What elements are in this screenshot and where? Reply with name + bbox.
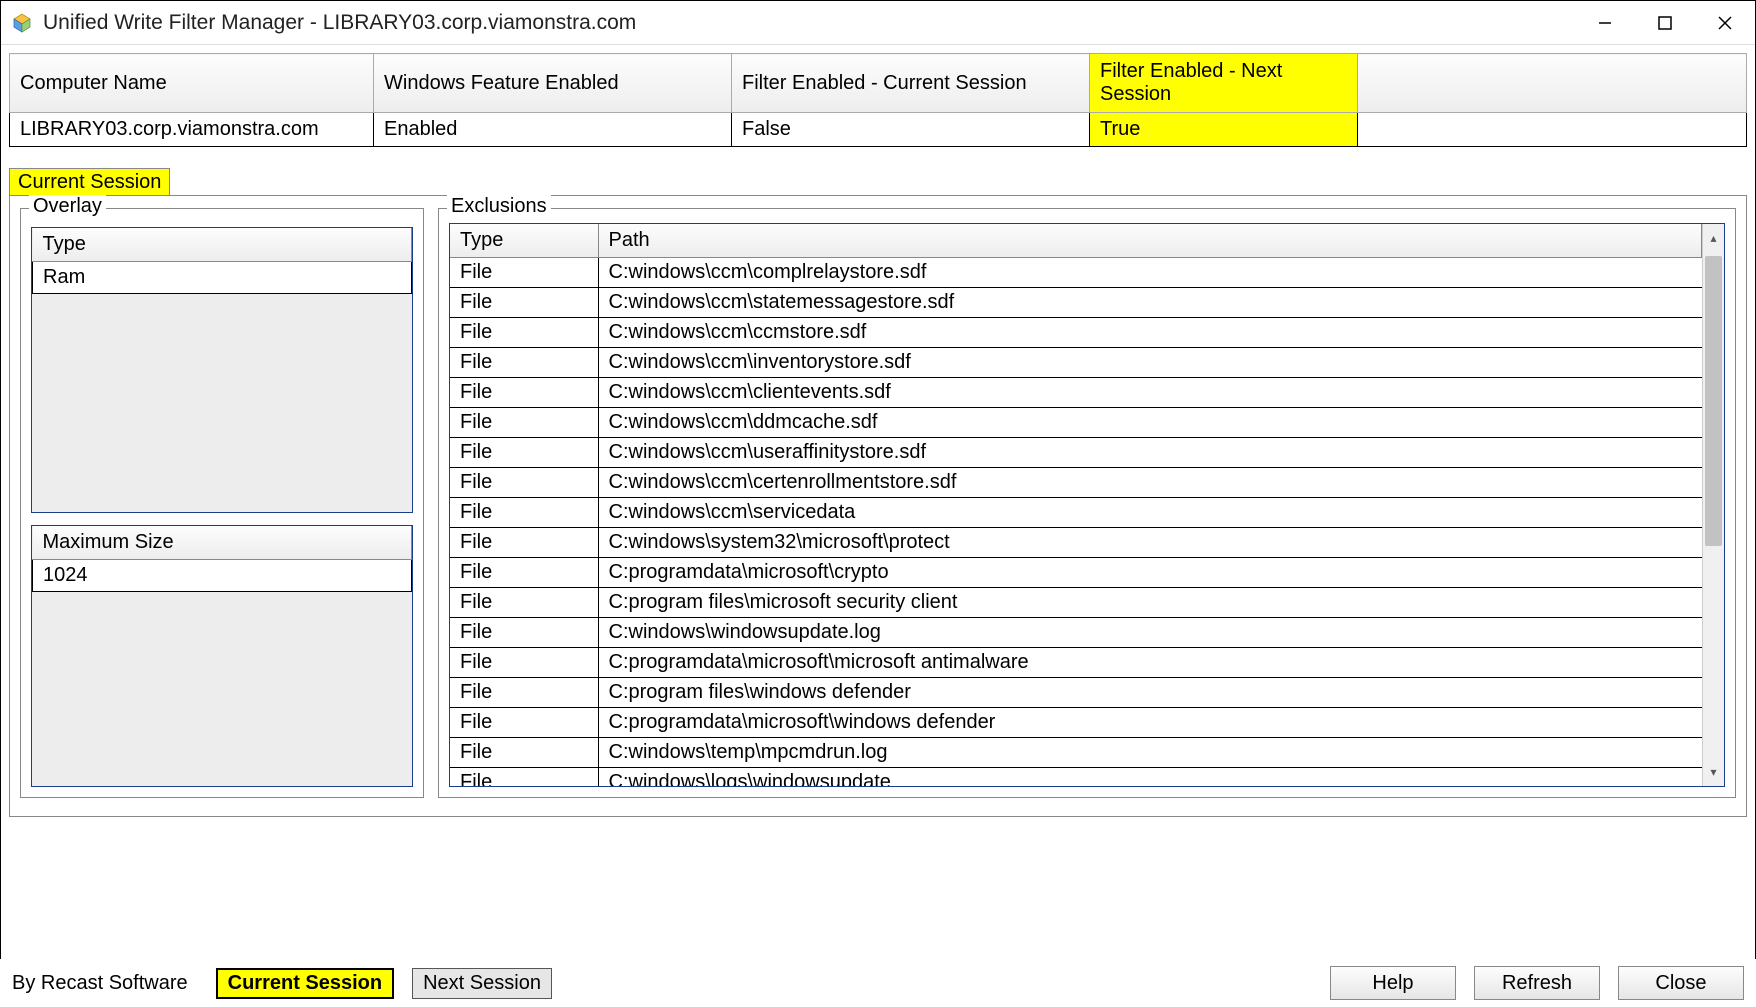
close-window-button[interactable] (1695, 1, 1755, 45)
exclusion-path: C:windows\ccm\inventorystore.sdf (598, 348, 1702, 378)
overlay-group: Overlay Type Ram Maximum Size 1024 (20, 208, 424, 798)
exclusion-type: File (450, 378, 598, 408)
exclusion-path: C:windows\windowsupdate.log (598, 618, 1702, 648)
exclusion-row[interactable]: FileC:windows\ccm\ddmcache.sdf (450, 408, 1702, 438)
overlay-type-value[interactable]: Ram (33, 262, 412, 294)
scroll-down-icon[interactable]: ▾ (1703, 762, 1724, 782)
exclusion-type: File (450, 678, 598, 708)
footer-bar: By Recast Software Current Session Next … (0, 959, 1756, 1007)
exclusion-path: C:windows\logs\windowsupdate (598, 768, 1702, 787)
titlebar: Unified Write Filter Manager - LIBRARY03… (1, 1, 1755, 45)
col-filter-current[interactable]: Filter Enabled - Current Session (732, 54, 1090, 113)
exclusion-row[interactable]: FileC:windows\temp\mpcmdrun.log (450, 738, 1702, 768)
exclusion-path: C:windows\ccm\servicedata (598, 498, 1702, 528)
exclusion-type: File (450, 498, 598, 528)
excl-col-path[interactable]: Path (598, 224, 1702, 258)
computer-row[interactable]: LIBRARY03.corp.viamonstra.com Enabled Fa… (10, 113, 1747, 147)
col-filter-next[interactable]: Filter Enabled - Next Session (1090, 54, 1358, 113)
exclusion-type: File (450, 318, 598, 348)
current-session-button[interactable]: Current Session (216, 968, 394, 999)
brand-label: By Recast Software (12, 972, 188, 995)
maximize-button[interactable] (1635, 1, 1695, 45)
exclusion-row[interactable]: FileC:windows\logs\windowsupdate (450, 768, 1702, 787)
exclusions-group: Exclusions Type Path FileC:windows\ccm\c… (438, 208, 1736, 798)
exclusion-type: File (450, 708, 598, 738)
exclusion-type: File (450, 648, 598, 678)
scroll-up-icon[interactable]: ▴ (1703, 228, 1724, 248)
exclusion-path: C:windows\system32\microsoft\protect (598, 528, 1702, 558)
exclusion-type: File (450, 768, 598, 787)
exclusion-path: C:programdata\microsoft\windows defender (598, 708, 1702, 738)
col-computer-name[interactable]: Computer Name (10, 54, 374, 113)
session-panel: Overlay Type Ram Maximum Size 1024 Exclu… (9, 195, 1747, 817)
exclusions-grid[interactable]: Type Path FileC:windows\ccm\complrelayst… (450, 224, 1702, 786)
exclusion-type: File (450, 618, 598, 648)
exclusion-type: File (450, 408, 598, 438)
exclusion-type: File (450, 588, 598, 618)
overlay-type-header[interactable]: Type (33, 228, 412, 262)
overlay-legend: Overlay (29, 195, 106, 218)
refresh-button[interactable]: Refresh (1474, 966, 1600, 1000)
exclusion-path: C:windows\ccm\statemessagestore.sdf (598, 288, 1702, 318)
exclusion-row[interactable]: FileC:programdata\microsoft\microsoft an… (450, 648, 1702, 678)
exclusions-legend: Exclusions (447, 195, 551, 218)
exclusion-path: C:windows\ccm\ccmstore.sdf (598, 318, 1702, 348)
exclusion-type: File (450, 468, 598, 498)
minimize-button[interactable] (1575, 1, 1635, 45)
exclusion-row[interactable]: FileC:windows\ccm\ccmstore.sdf (450, 318, 1702, 348)
exclusion-type: File (450, 528, 598, 558)
exclusion-type: File (450, 348, 598, 378)
cell-spacer (1358, 113, 1747, 147)
close-button[interactable]: Close (1618, 966, 1744, 1000)
computer-summary-grid[interactable]: Computer Name Windows Feature Enabled Fi… (9, 53, 1747, 147)
exclusion-row[interactable]: FileC:windows\ccm\servicedata (450, 498, 1702, 528)
exclusion-type: File (450, 288, 598, 318)
col-spacer (1358, 54, 1747, 113)
col-feature-enabled[interactable]: Windows Feature Enabled (374, 54, 732, 113)
exclusion-path: C:windows\ccm\clientevents.sdf (598, 378, 1702, 408)
exclusion-path: C:programdata\microsoft\microsoft antima… (598, 648, 1702, 678)
exclusion-row[interactable]: FileC:program files\windows defender (450, 678, 1702, 708)
cell-computer-name: LIBRARY03.corp.viamonstra.com (10, 113, 374, 147)
next-session-button[interactable]: Next Session (412, 968, 552, 999)
exclusion-type: File (450, 438, 598, 468)
window-title: Unified Write Filter Manager - LIBRARY03… (43, 11, 1575, 35)
overlay-max-header[interactable]: Maximum Size (33, 526, 412, 560)
exclusion-row[interactable]: FileC:windows\system32\microsoft\protect (450, 528, 1702, 558)
exclusion-row[interactable]: FileC:windows\ccm\inventorystore.sdf (450, 348, 1702, 378)
exclusion-type: File (450, 738, 598, 768)
exclusion-row[interactable]: FileC:windows\ccm\complrelaystore.sdf (450, 258, 1702, 288)
exclusion-row[interactable]: FileC:program files\microsoft security c… (450, 588, 1702, 618)
exclusion-path: C:program files\windows defender (598, 678, 1702, 708)
excl-col-type[interactable]: Type (450, 224, 598, 258)
scroll-thumb[interactable] (1705, 256, 1722, 546)
exclusion-path: C:program files\microsoft security clien… (598, 588, 1702, 618)
exclusion-path: C:windows\temp\mpcmdrun.log (598, 738, 1702, 768)
exclusion-path: C:programdata\microsoft\crypto (598, 558, 1702, 588)
exclusion-row[interactable]: FileC:windows\ccm\clientevents.sdf (450, 378, 1702, 408)
overlay-type-grid[interactable]: Type Ram (31, 227, 413, 513)
cell-current: False (732, 113, 1090, 147)
exclusion-path: C:windows\ccm\ddmcache.sdf (598, 408, 1702, 438)
exclusions-scrollbar[interactable]: ▴ ▾ (1702, 224, 1724, 786)
exclusion-type: File (450, 558, 598, 588)
app-icon (11, 12, 33, 34)
exclusion-row[interactable]: FileC:windows\ccm\useraffinitystore.sdf (450, 438, 1702, 468)
exclusion-row[interactable]: FileC:programdata\microsoft\crypto (450, 558, 1702, 588)
exclusion-type: File (450, 258, 598, 288)
overlay-max-value[interactable]: 1024 (33, 560, 412, 592)
tab-current-session[interactable]: Current Session (9, 168, 170, 196)
help-button[interactable]: Help (1330, 966, 1456, 1000)
exclusion-row[interactable]: FileC:windows\windowsupdate.log (450, 618, 1702, 648)
exclusion-row[interactable]: FileC:programdata\microsoft\windows defe… (450, 708, 1702, 738)
exclusion-path: C:windows\ccm\certenrollmentstore.sdf (598, 468, 1702, 498)
exclusion-row[interactable]: FileC:windows\ccm\statemessagestore.sdf (450, 288, 1702, 318)
exclusion-path: C:windows\ccm\useraffinitystore.sdf (598, 438, 1702, 468)
overlay-max-grid[interactable]: Maximum Size 1024 (31, 525, 413, 787)
exclusion-path: C:windows\ccm\complrelaystore.sdf (598, 258, 1702, 288)
exclusion-row[interactable]: FileC:windows\ccm\certenrollmentstore.sd… (450, 468, 1702, 498)
cell-next: True (1090, 113, 1358, 147)
cell-feature: Enabled (374, 113, 732, 147)
